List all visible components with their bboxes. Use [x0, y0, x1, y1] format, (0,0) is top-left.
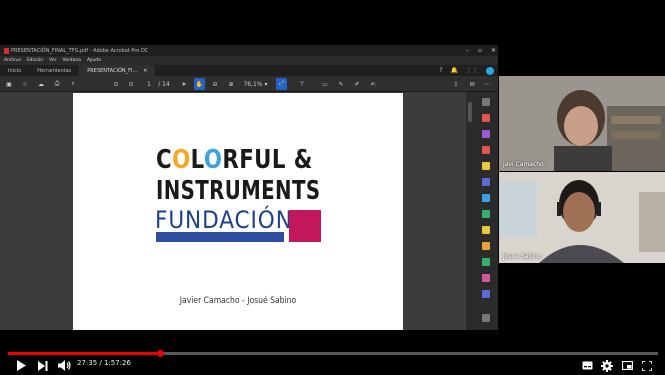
mail-icon[interactable]: ✉ [468, 78, 476, 90]
create-pdf-icon[interactable] [482, 146, 490, 154]
protect-icon[interactable] [482, 242, 490, 250]
progress-bar[interactable] [8, 350, 658, 357]
close-icon[interactable]: ✕ [491, 47, 496, 54]
title-bar: PRESENTACIÓN_FINAL_TFG.pdf - Adobe Acrob… [0, 45, 498, 56]
toolbar: ▣ ☆ ☁ ⎙ ⌕ ⊙ ⊙ 1 / 14 ➤ ✋ ⊖ ⊕ 76,1% ▾ ⤢ ⊤… [0, 76, 498, 92]
organize-icon[interactable] [482, 194, 490, 202]
scroll-thumb[interactable] [468, 102, 472, 122]
play-icon[interactable] [14, 359, 28, 372]
print-icon[interactable]: ⎙ [53, 78, 61, 90]
comment-icon[interactable]: ▭ [321, 78, 329, 90]
volume-icon[interactable] [57, 359, 71, 372]
slide-title-line1: COLORFUL & [156, 145, 313, 175]
expand-panel-icon[interactable] [482, 314, 490, 322]
help-icon[interactable]: ? [439, 67, 442, 74]
shield-icon[interactable] [482, 290, 490, 298]
menu-bar: Archivo Edición Ver Ventana Ayuda [0, 56, 498, 65]
zoom-out-icon[interactable]: ⊖ [211, 78, 219, 90]
menu-item-ayuda[interactable]: Ayuda [87, 58, 101, 63]
document-area[interactable]: COLORFUL & INSTRUMENTS FUNDACIÓN Javier … [0, 92, 474, 330]
minimize-icon[interactable]: – [466, 47, 469, 54]
more-icon[interactable]: ⋯ [483, 78, 491, 90]
participant-video-1: Javi Camacho [499, 76, 665, 171]
tab-inicio[interactable]: Inicio [0, 65, 29, 76]
tab-bar: Inicio Herramientas PRESENTACIÓN_FI... ✕ … [0, 65, 498, 76]
tab-label: PRESENTACIÓN_FI... [87, 67, 138, 74]
window-title: PRESENTACIÓN_FINAL_TFG.pdf - Adobe Acrob… [11, 47, 149, 54]
stamp-icon[interactable]: ⊤ [298, 78, 306, 90]
fullscreen-icon[interactable] [641, 359, 653, 372]
send-icon[interactable] [482, 258, 490, 266]
video-player[interactable]: PRESENTACIÓN_FINAL_TFG.pdf - Adobe Acrob… [0, 0, 665, 375]
maximize-icon[interactable]: ▫ [478, 47, 482, 54]
fundacion-logo-bar [156, 232, 284, 242]
participant-video-2: Josue Sabino [499, 172, 665, 263]
participant-1-image [499, 76, 665, 171]
chevron-down-icon[interactable]: ▾ [263, 78, 269, 90]
slide-authors: Javier Camacho - Josué Sabino [179, 296, 297, 306]
edit-pdf-icon[interactable] [482, 130, 490, 138]
next-page-icon[interactable]: ⊙ [127, 78, 135, 90]
scan-icon[interactable] [482, 210, 490, 218]
slide-title-line2: INSTRUMENTS [156, 176, 321, 206]
zoom-in-icon[interactable]: ⊕ [227, 78, 235, 90]
tab-label: Herramientas [37, 67, 72, 74]
bell-icon[interactable]: 🔔 [451, 67, 458, 74]
menu-item-edicion[interactable]: Edición [27, 58, 43, 63]
acrobat-window: PRESENTACIÓN_FINAL_TFG.pdf - Adobe Acrob… [0, 45, 498, 330]
tools-sidebar [474, 92, 498, 330]
save-icon[interactable]: ▣ [5, 78, 13, 90]
sign-icon[interactable]: ✍ [369, 78, 377, 90]
tab-label: Inicio [8, 67, 22, 74]
fit-page-icon[interactable]: ⤢ [276, 78, 287, 90]
account-icon[interactable] [486, 66, 494, 75]
redact-icon[interactable] [482, 274, 490, 282]
time-display: 27:35 / 1:57:26 [77, 359, 131, 367]
star-icon[interactable]: ☆ [21, 78, 29, 90]
apps-icon[interactable]: ⋮⋮ [466, 67, 478, 74]
pen-icon[interactable]: ✎ [337, 78, 345, 90]
miniplayer-icon[interactable] [621, 359, 633, 372]
gear-icon[interactable] [600, 359, 613, 372]
hand-tool-icon[interactable]: ✋ [194, 78, 205, 90]
menu-item-ver[interactable]: Ver [49, 58, 56, 63]
menu-item-ventana[interactable]: Ventana [62, 58, 80, 63]
participant-name: Javi Camacho [503, 161, 544, 168]
tab-document[interactable]: PRESENTACIÓN_FI... ✕ [79, 65, 156, 76]
select-tool-icon[interactable]: ➤ [180, 78, 188, 90]
pdf-icon [4, 47, 9, 54]
vertical-scrollbar[interactable] [466, 92, 474, 330]
fill-sign-icon[interactable] [482, 226, 490, 234]
zoom-panel-icon[interactable] [482, 98, 490, 106]
export-pdf-icon[interactable] [482, 114, 490, 122]
close-tab-icon[interactable]: ✕ [143, 68, 147, 74]
page-total: / 14 [158, 80, 170, 88]
subtitles-icon[interactable] [581, 359, 593, 372]
fundacion-logo-square [289, 210, 321, 242]
share-icon[interactable]: ⇪ [452, 78, 460, 90]
menu-item-archivo[interactable]: Archivo [4, 58, 21, 63]
prev-page-icon[interactable]: ⊙ [112, 78, 120, 90]
search-icon[interactable]: ⌕ [69, 78, 77, 90]
progress-played [8, 352, 161, 355]
comment-tool-icon[interactable] [482, 162, 490, 170]
slide-page: COLORFUL & INSTRUMENTS FUNDACIÓN Javier … [73, 93, 403, 330]
combine-icon[interactable] [482, 178, 490, 186]
page-number-input[interactable]: 1 [143, 78, 155, 90]
participant-name: Josue Sabino [503, 253, 542, 260]
tab-herramientas[interactable]: Herramientas [29, 65, 79, 76]
highlight-icon[interactable]: ✐ [353, 78, 361, 90]
zoom-level[interactable]: 76,1% [243, 78, 263, 90]
next-icon[interactable] [37, 359, 49, 372]
fundacion-logo-text: FUNDACIÓN [155, 206, 293, 234]
upload-icon[interactable]: ☁ [37, 78, 45, 90]
participant-2-image [499, 172, 665, 263]
